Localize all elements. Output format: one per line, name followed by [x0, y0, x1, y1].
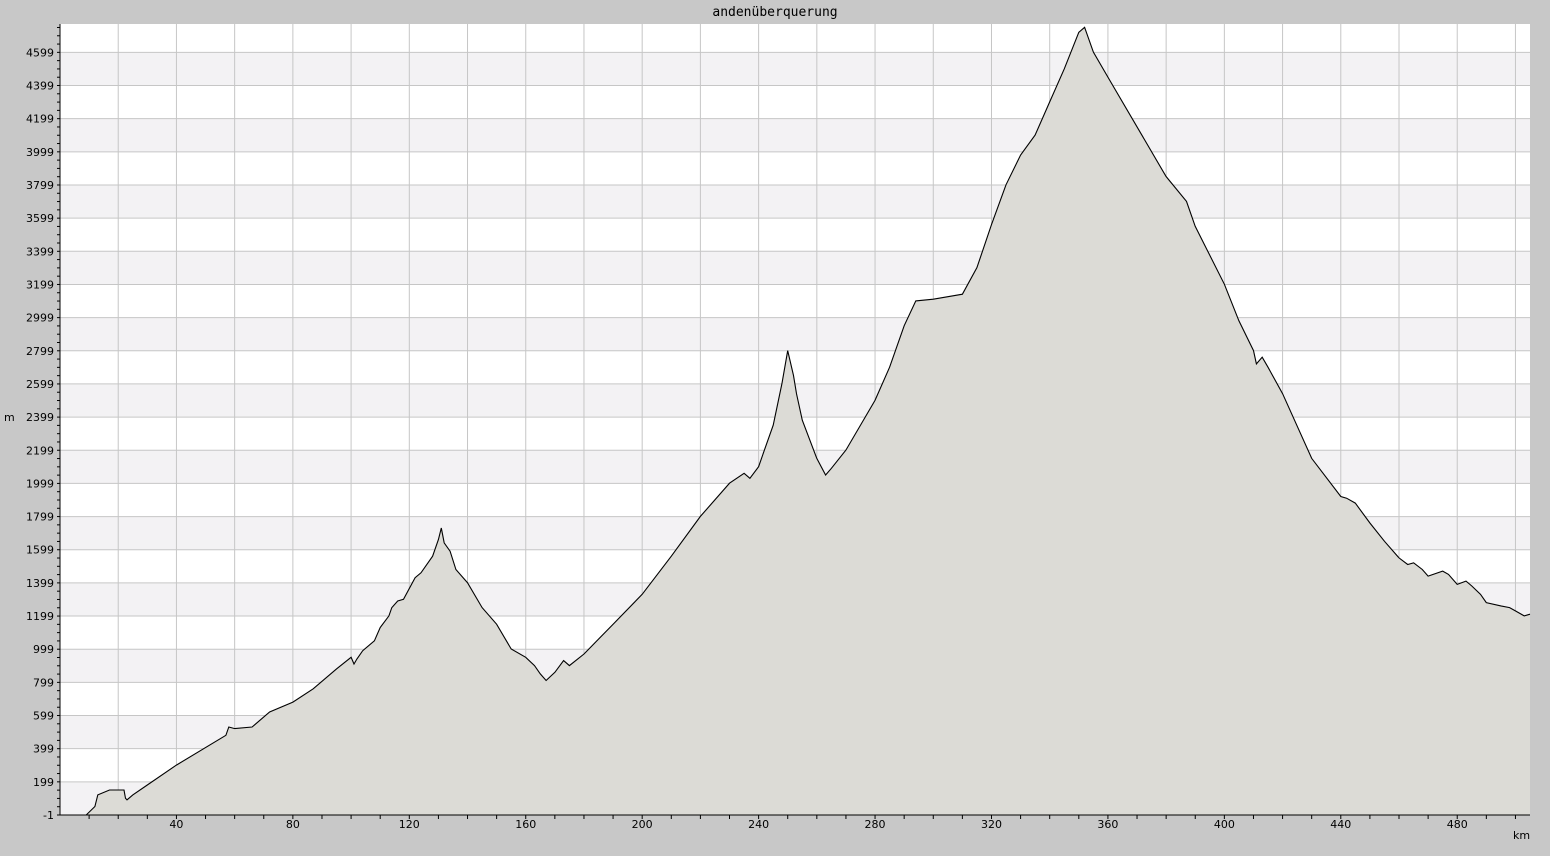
x-tick-label: 120 — [399, 818, 420, 831]
y-tick-label: 2199 — [26, 444, 54, 457]
y-tick-label: 1999 — [26, 477, 54, 490]
y-tick-label: 3999 — [26, 146, 54, 159]
y-tick-label: 599 — [33, 710, 54, 723]
plot-band — [60, 317, 1530, 351]
plot-band — [60, 251, 1530, 285]
x-tick-label: 80 — [286, 818, 300, 831]
x-tick-label: 440 — [1330, 818, 1351, 831]
y-tick-label: 1599 — [26, 544, 54, 557]
x-tick-label: 400 — [1214, 818, 1235, 831]
y-tick-label: 399 — [33, 743, 54, 756]
y-tick-label: 3399 — [26, 245, 54, 258]
x-tick-label: 200 — [632, 818, 653, 831]
y-tick-label: 4599 — [26, 46, 54, 59]
y-tick-label: 2399 — [26, 411, 54, 424]
y-tick-label: 199 — [33, 776, 54, 789]
y-tick-label: -1 — [43, 809, 54, 822]
y-tick-label: 2599 — [26, 378, 54, 391]
y-tick-label: 3799 — [26, 179, 54, 192]
x-tick-label: 240 — [748, 818, 769, 831]
plot-band — [60, 184, 1530, 219]
y-tick-label: 4199 — [26, 113, 54, 126]
x-tick-label: 160 — [515, 818, 536, 831]
plot-band — [60, 52, 1530, 86]
y-tick-label: 999 — [33, 643, 54, 656]
y-tick-label: 4399 — [26, 80, 54, 93]
x-tick-label: 40 — [169, 818, 183, 831]
x-tick-label: 320 — [981, 818, 1002, 831]
elevation-chart: 40 80 120 160 200 240 280 320 360 400 440 480 -1 199 3… — [26, 24, 1531, 831]
y-tick-label: 3199 — [26, 278, 54, 291]
y-tick-label: 1799 — [26, 511, 54, 524]
plot-band — [60, 118, 1530, 152]
y-tick-label: 3599 — [26, 212, 54, 225]
y-tick-label: 1399 — [26, 577, 54, 590]
x-tick-label: 360 — [1097, 818, 1118, 831]
y-tick-label: 1199 — [26, 610, 54, 623]
y-tick-label: 799 — [33, 676, 54, 689]
x-tick-label: 280 — [865, 818, 886, 831]
x-tick-label: 480 — [1447, 818, 1468, 831]
y-tick-label: 2999 — [26, 312, 54, 325]
y-tick-label: 2799 — [26, 345, 54, 358]
